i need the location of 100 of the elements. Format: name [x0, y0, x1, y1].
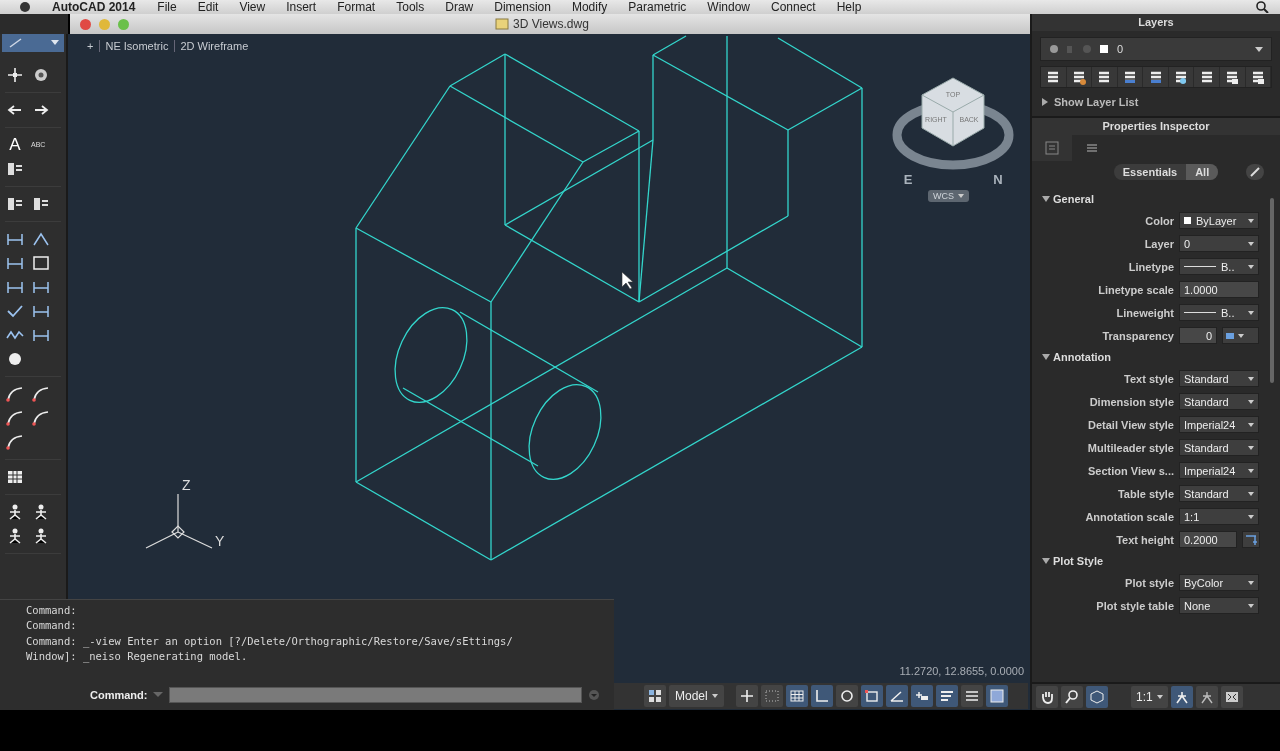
property-dropdown[interactable]: B.. [1179, 258, 1259, 275]
zoom-icon[interactable] [1061, 686, 1083, 708]
cursor-icon [621, 271, 634, 290]
command-input-field[interactable] [169, 687, 583, 703]
filter-tab[interactable]: Essentials [1113, 164, 1187, 180]
property-dropdown[interactable]: ByColor [1179, 574, 1259, 591]
menu-item[interactable]: Modify [571, 0, 608, 14]
property-field[interactable]: 0.2000 [1179, 531, 1237, 548]
section-header[interactable]: Annotation [1042, 347, 1280, 367]
close-button[interactable] [80, 18, 91, 30]
menu-item[interactable]: File [157, 0, 177, 14]
property-dropdown[interactable]: 0 [1179, 235, 1259, 252]
property-label: Color [1144, 214, 1174, 227]
annotation-scale-dropdown[interactable]: 1:1 [1131, 686, 1168, 708]
menu-item[interactable]: View [239, 0, 266, 14]
viewcube-drawing[interactable] [892, 77, 1014, 170]
auto-scale-icon[interactable] [1195, 686, 1218, 708]
menu-item[interactable]: Tools [396, 0, 425, 14]
menu-item[interactable]: Help [836, 0, 862, 14]
menu-item[interactable]: Insert [286, 0, 317, 14]
search-icon[interactable] [1256, 1, 1270, 13]
grid-icon[interactable] [785, 685, 808, 707]
app-name[interactable]: AutoCAD 2014 [52, 0, 136, 14]
property-label: Plot style [1124, 576, 1174, 589]
property-dropdown[interactable]: Standard [1179, 439, 1259, 456]
property-label: Linetype [1127, 260, 1174, 273]
coordinate-readout: 11.2720, 12.8655, 0.0000 [899, 665, 1024, 677]
dynamic-ucs-icon[interactable] [910, 685, 933, 707]
table-icon[interactable] [5, 468, 25, 486]
property-dropdown[interactable]: Standard [1179, 393, 1259, 410]
panel-title: Layers [1032, 14, 1280, 31]
property-label: Multileader style [1086, 441, 1174, 454]
layer-dropdown[interactable]: 0 [1040, 37, 1272, 61]
quick-view-button[interactable] [644, 685, 666, 707]
property-field[interactable]: 0 [1179, 327, 1217, 344]
object-snap-icon[interactable] [860, 685, 883, 707]
property-dropdown[interactable]: ByLayer [1179, 212, 1259, 229]
property-dropdown[interactable]: Imperial24 [1179, 416, 1259, 433]
object-tracking-icon[interactable] [885, 685, 908, 707]
caret-icon [1255, 46, 1263, 52]
menu-item[interactable]: Edit [197, 0, 219, 14]
ortho-icon[interactable] [810, 685, 833, 707]
property-dropdown[interactable]: B.. [1179, 304, 1259, 321]
layer-caret-icon [1226, 331, 1244, 340]
select-objects-button[interactable] [1246, 164, 1264, 180]
crosshair-icon[interactable] [5, 66, 25, 84]
property-label: Transparency [1101, 329, 1174, 342]
fullscreen-icon[interactable] [1220, 686, 1243, 708]
menu-item[interactable]: Dimension [494, 0, 551, 14]
menu-item[interactable]: Window [707, 0, 750, 14]
annotation-visibility-icon[interactable] [1170, 686, 1193, 708]
box-icon[interactable] [31, 254, 51, 272]
caret-icon[interactable] [153, 692, 164, 698]
angle-icon[interactable] [31, 230, 51, 248]
text-tool[interactable]: A [5, 136, 25, 154]
pick-button[interactable] [1242, 531, 1260, 548]
menu-item[interactable]: Draw [445, 0, 474, 14]
transparency-dropdown[interactable] [1222, 327, 1259, 344]
viewport-control[interactable]: 2D Wireframe [174, 40, 249, 52]
polar-tracking-icon[interactable] [835, 685, 858, 707]
compass-label[interactable]: E [903, 172, 913, 187]
menu-item[interactable]: Format [337, 0, 376, 14]
property-label: Detail View style [1087, 418, 1174, 431]
property-label: Plot style table [1095, 599, 1174, 612]
curve-icon[interactable] [31, 385, 51, 403]
pan-hand-icon[interactable] [1036, 686, 1058, 708]
property-dropdown[interactable]: Standard [1179, 485, 1259, 502]
palette-dropdown[interactable] [2, 34, 64, 52]
compass-label[interactable]: N [993, 172, 1003, 187]
document-icon [495, 18, 509, 30]
menu-item[interactable]: Parametric [628, 0, 687, 14]
menu-item[interactable]: Connect [771, 0, 816, 14]
wcs-dropdown[interactable]: WCS [928, 190, 969, 202]
ucs-icon [145, 493, 213, 549]
viewport-control[interactable]: + [82, 40, 94, 52]
property-dropdown[interactable]: None [1179, 597, 1259, 614]
apple-icon[interactable] [20, 2, 30, 12]
viewport-control[interactable]: NE Isometric [99, 40, 169, 52]
layer-state-icon [1049, 44, 1109, 54]
layout-dropdown[interactable]: Model [669, 685, 724, 707]
axis-label: Z [182, 477, 191, 493]
property-field[interactable]: 1.0000 [1179, 281, 1259, 298]
transparency-icon[interactable] [985, 685, 1008, 707]
curve-icon[interactable] [5, 409, 25, 427]
curve-icon[interactable] [5, 433, 25, 451]
section-header[interactable]: General [1042, 189, 1280, 209]
command-prompt-label: Command: [90, 689, 148, 701]
lineweight-icon[interactable] [960, 685, 983, 707]
filter-tab[interactable]: All [1186, 164, 1219, 180]
property-dropdown[interactable]: Imperial24 [1179, 462, 1259, 479]
show-layer-list-toggle[interactable]: Show Layer List [1042, 96, 1280, 108]
steering-wheel-icon[interactable] [1086, 686, 1108, 708]
curve-icon[interactable] [31, 409, 51, 427]
infer-constraints-icon[interactable] [735, 685, 758, 707]
property-label: Lineweight [1115, 306, 1174, 319]
curve-icon[interactable] [5, 385, 25, 403]
section-header[interactable]: Plot Style [1042, 551, 1280, 571]
dynamic-input-icon[interactable] [935, 685, 958, 707]
property-dropdown[interactable]: Standard [1179, 370, 1259, 387]
property-dropdown[interactable]: 1:1 [1179, 508, 1259, 525]
